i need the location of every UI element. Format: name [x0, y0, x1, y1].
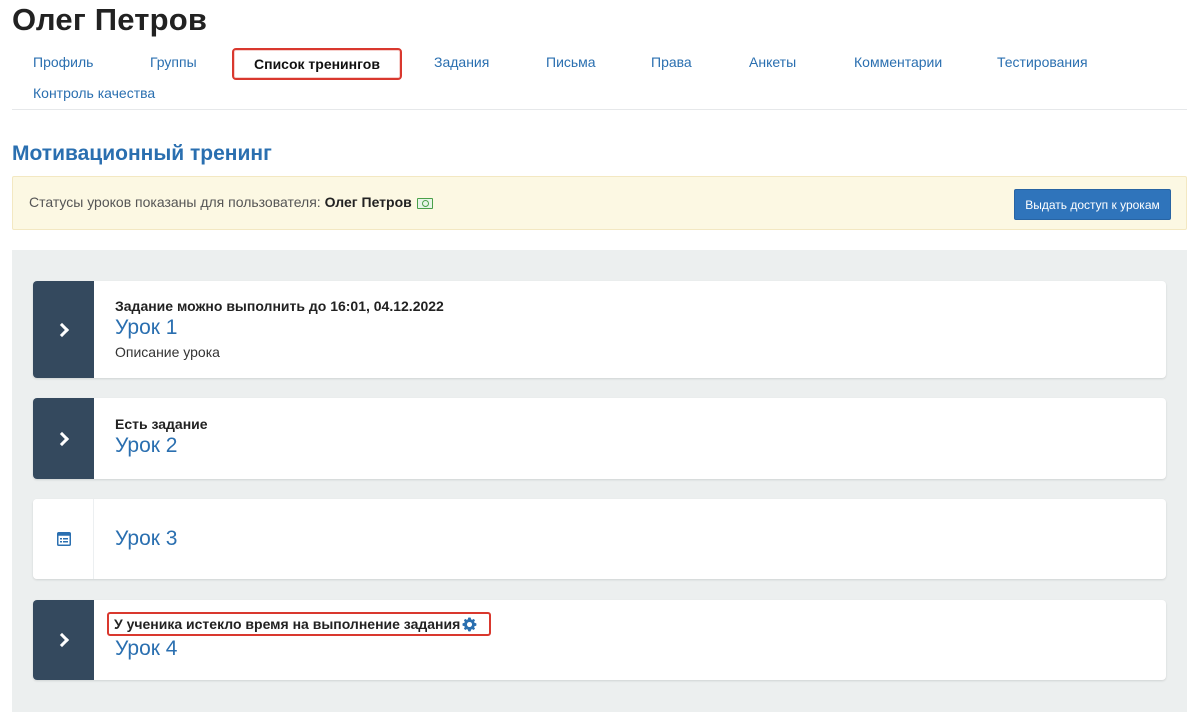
chevron-right-icon [54, 322, 69, 337]
tab-quality-control[interactable]: Контроль качества [33, 83, 155, 103]
lesson-title[interactable]: Урок 1 [115, 316, 1156, 340]
tab-tests[interactable]: Тестирования [997, 52, 1088, 72]
lesson-item-4[interactable]: У ученика истекло время на выполнение за… [33, 600, 1166, 680]
lesson-title[interactable]: Урок 4 [115, 637, 1156, 661]
lesson-content: Урок 3 [115, 527, 1156, 551]
grant-access-button[interactable]: Выдать доступ к урокам [1014, 189, 1171, 220]
status-notice: Статусы уроков показаны для пользователя… [12, 176, 1187, 230]
lesson-item-1[interactable]: Задание можно выполнить до 16:01, 04.12.… [33, 281, 1166, 378]
tab-rights[interactable]: Права [651, 52, 692, 72]
tab-tasks[interactable]: Задания [434, 52, 489, 72]
notice-text: Статусы уроков показаны для пользователя… [29, 194, 321, 210]
page-title: Олег Петров [12, 2, 208, 37]
tab-forms[interactable]: Анкеты [749, 52, 796, 72]
tab-groups[interactable]: Группы [150, 52, 197, 72]
tabs-divider [12, 109, 1187, 110]
chevron-right-icon [54, 431, 69, 446]
lesson-status-expired: У ученика истекло время на выполнение за… [107, 612, 492, 636]
lessons-list: Задание можно выполнить до 16:01, 04.12.… [12, 250, 1187, 712]
lesson-title[interactable]: Урок 3 [115, 527, 1156, 551]
tab-letters[interactable]: Письма [546, 52, 596, 72]
lesson-status: Есть задание [115, 416, 208, 432]
lesson-content: Задание можно выполнить до 16:01, 04.12.… [115, 297, 1156, 361]
tab-comments[interactable]: Комментарии [854, 52, 942, 72]
gear-icon[interactable] [462, 617, 477, 632]
tab-trainings-list[interactable]: Список тренингов [232, 48, 402, 80]
notice-user-name: Олег Петров [324, 194, 412, 210]
lesson-toggle[interactable] [33, 398, 94, 479]
lesson-type-marker [33, 499, 94, 579]
chevron-right-icon [54, 632, 69, 648]
lesson-status: Задание можно выполнить до 16:01, 04.12.… [115, 298, 444, 314]
lesson-status-text: У ученика истекло время на выполнение за… [114, 616, 461, 632]
document-list-icon [57, 532, 71, 546]
lesson-content: У ученика истекло время на выполнение за… [107, 612, 1156, 661]
tab-profile[interactable]: Профиль [33, 52, 93, 72]
lesson-content: Есть задание Урок 2 [115, 415, 1156, 458]
notice-message: Статусы уроков показаны для пользователя… [29, 194, 433, 210]
lesson-description: Описание урока [115, 344, 220, 360]
lesson-toggle[interactable] [33, 600, 94, 680]
lesson-item-3[interactable]: Урок 3 [33, 499, 1166, 579]
training-title: Мотивационный тренинг [12, 142, 272, 165]
lesson-title[interactable]: Урок 2 [115, 434, 1156, 458]
cash-icon[interactable] [416, 198, 433, 209]
lesson-toggle[interactable] [33, 281, 94, 378]
lesson-item-2[interactable]: Есть задание Урок 2 [33, 398, 1166, 479]
